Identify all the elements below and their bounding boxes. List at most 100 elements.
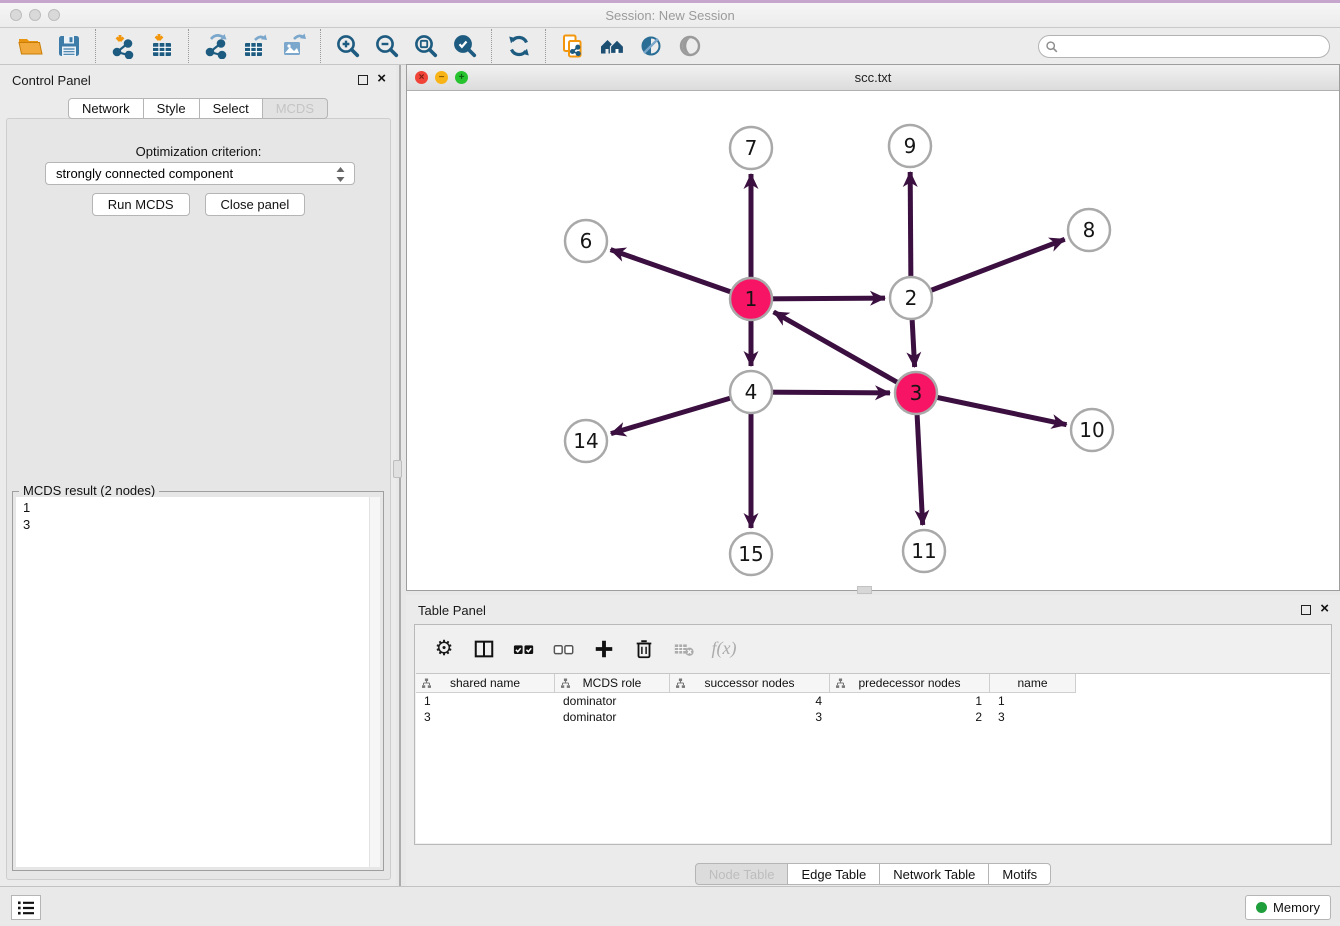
zoom-out-icon[interactable] [373,33,400,60]
float-panel-icon[interactable] [1301,605,1311,615]
node-label-11: 11 [911,539,936,563]
edge-3-1[interactable] [774,312,916,393]
list-icon [16,899,36,917]
edge-2-8[interactable] [911,239,1065,298]
export-network-icon[interactable] [202,33,229,60]
add-column-icon[interactable] [589,634,619,664]
select-all-icon[interactable] [509,634,539,664]
task-history-button[interactable] [11,895,41,920]
table-panel: Table Panel × ⚙ f(x) [406,595,1340,886]
cell-successor-nodes: 3 [670,709,830,725]
table-header-row: shared nameMCDS rolesuccessor nodesprede… [416,674,1330,693]
toolbar-separator [95,29,96,63]
save-session-icon[interactable] [55,33,82,60]
toolbar-separator [320,29,321,63]
mcds-buttons: Run MCDS Close panel [7,193,390,216]
float-panel-icon[interactable] [358,75,368,85]
node-label-8: 8 [1083,218,1096,242]
window-top-accent [0,0,1340,3]
table-row[interactable]: 3dominator323 [416,709,1330,725]
import-table-icon[interactable] [148,33,175,60]
table-settings-icon[interactable]: ⚙ [429,634,459,664]
export-table-icon[interactable] [241,33,268,60]
copy-network-icon[interactable] [559,33,586,60]
control-panel-tabs: NetworkStyleSelectMCDS [0,98,396,119]
tab-style[interactable]: Style [144,98,200,119]
close-panel-button[interactable]: Close panel [205,193,306,216]
network-canvas[interactable]: 7968124314101511 [407,91,1339,590]
dropdown-value: strongly connected component [56,166,233,181]
node-label-15: 15 [738,542,763,566]
tab-edge-table[interactable]: Edge Table [788,863,880,885]
search-input[interactable] [1059,38,1329,56]
import-network-icon[interactable] [109,33,136,60]
delete-row-icon[interactable] [629,634,659,664]
panel-divider-handle[interactable] [393,460,402,478]
control-panel-title: Control Panel [12,73,91,88]
optimization-criterion-label: Optimization criterion: [7,144,390,159]
show-columns-icon[interactable] [469,634,499,664]
control-panel-header: Control Panel × [0,65,396,93]
column-header-predecessor-nodes[interactable]: predecessor nodes [830,674,990,693]
tab-mcds[interactable]: MCDS [263,98,328,119]
cell-shared-name: 3 [416,709,555,725]
zoom-in-icon[interactable] [334,33,361,60]
tab-node-table[interactable]: Node Table [695,863,789,885]
eye-icon[interactable] [676,33,703,60]
cyndex-home-icon[interactable] [598,33,625,60]
mcds-result-lines: 13 [16,497,380,535]
cell-predecessor-nodes: 1 [830,693,990,709]
network-title: scc.txt [407,70,1339,85]
window-title: Session: New Session [0,8,1340,23]
close-panel-icon[interactable]: × [377,70,386,88]
refresh-layout-icon[interactable] [505,33,532,60]
deselect-all-icon[interactable] [549,634,579,664]
node-label-1: 1 [745,287,758,311]
cell-predecessor-nodes: 2 [830,709,990,725]
table-panel-title: Table Panel [418,603,486,618]
result-scrollbar[interactable] [369,497,380,867]
mcds-result-title: MCDS result (2 nodes) [19,483,159,498]
optimization-criterion-select[interactable]: strongly connected component [45,162,355,185]
network-window-titlebar[interactable]: × − + scc.txt [407,65,1339,91]
column-header-shared-name[interactable]: shared name [416,674,555,693]
vizmap-icon[interactable] [637,33,664,60]
export-image-icon[interactable] [280,33,307,60]
edge-1-6[interactable] [611,250,751,299]
search-box[interactable] [1038,35,1330,58]
close-panel-icon[interactable]: × [1320,600,1329,618]
node-label-9: 9 [904,134,917,158]
node-table: shared nameMCDS rolesuccessor nodesprede… [416,673,1330,843]
table-row[interactable]: 1dominator411 [416,693,1330,709]
dropdown-stepper-icon [334,166,347,183]
node-label-14: 14 [573,429,598,453]
run-mcds-button[interactable]: Run MCDS [92,193,190,216]
memory-status-icon [1256,902,1267,913]
cell-mcds-role: dominator [555,709,670,725]
cell-name: 3 [990,709,1076,725]
cell-shared-name: 1 [416,693,555,709]
column-header-name[interactable]: name [990,674,1076,693]
table-toolbar: ⚙ f(x) [415,625,1331,672]
cell-mcds-role: dominator [555,693,670,709]
search-icon [1045,40,1059,54]
tab-network-table[interactable]: Network Table [880,863,989,885]
tab-network[interactable]: Network [68,98,144,119]
zoom-fit-icon[interactable] [412,33,439,60]
network-split-handle[interactable] [857,586,872,594]
edge-3-10[interactable] [916,393,1067,425]
node-label-3: 3 [910,381,923,405]
result-line: 1 [23,499,373,516]
toolbar-separator [545,29,546,63]
column-header-mcds-role[interactable]: MCDS role [555,674,670,693]
mcds-result-area[interactable]: 13 [16,497,380,867]
main-toolbar [0,28,1340,65]
node-label-6: 6 [580,229,593,253]
tab-select[interactable]: Select [200,98,263,119]
column-header-successor-nodes[interactable]: successor nodes [670,674,830,693]
memory-button[interactable]: Memory [1245,895,1331,920]
zoom-selected-icon[interactable] [451,33,478,60]
tab-motifs[interactable]: Motifs [989,863,1051,885]
open-session-icon[interactable] [16,33,43,60]
mcds-panel: Optimization criterion: strongly connect… [6,118,391,880]
